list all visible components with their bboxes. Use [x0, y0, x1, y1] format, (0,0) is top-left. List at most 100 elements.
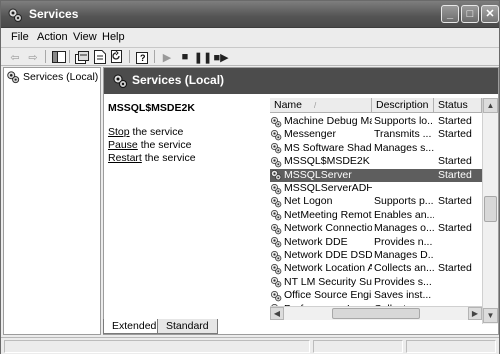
service-name-cell: Net Logon: [270, 195, 372, 208]
table-row[interactable]: MS Software Shado...Manages s...: [270, 142, 482, 155]
tab-standard[interactable]: Standard: [157, 319, 218, 334]
table-row[interactable]: Network DDE Provides n...: [270, 236, 482, 249]
stop-service-icon[interactable]: ■: [177, 49, 193, 65]
service-name: MSSQLServerADHel...: [284, 182, 372, 194]
menu-view[interactable]: View: [73, 31, 97, 43]
forward-arrow-icon[interactable]: ⇨: [25, 49, 41, 65]
service-status-cell: Started: [438, 168, 472, 181]
menu-file[interactable]: File: [11, 31, 29, 43]
table-row[interactable]: Network Location A...Collects an... Start…: [270, 262, 482, 275]
service-status-cell: Started: [438, 222, 472, 235]
pause-service-icon[interactable]: ❚❚: [194, 49, 212, 65]
services-icon: [113, 74, 127, 88]
restart-link[interactable]: Restart: [108, 152, 142, 164]
restart-service-icon[interactable]: ■▶: [213, 49, 229, 65]
service-name-cell: MSSQLServerADHel...: [270, 182, 372, 195]
table-row[interactable]: Network ConnectionsManages o... Started: [270, 222, 482, 235]
service-description-panel: MSSQL$MSDE2K Stop the service Pause the …: [108, 102, 266, 164]
table-row[interactable]: MSSQLServer Started: [270, 168, 482, 182]
service-name-cell: MSSQLServer: [270, 169, 372, 182]
close-button[interactable]: ✕: [481, 5, 499, 23]
service-description-cell: Manages D...: [374, 249, 434, 261]
column-header-name[interactable]: Name /: [270, 98, 372, 113]
vertical-scroll-thumb[interactable]: [484, 196, 497, 222]
tree-item-services-local[interactable]: Services (Local): [6, 70, 98, 84]
toolbar-separator: [45, 50, 46, 63]
service-name: MSSQL$MSDE2K: [284, 155, 370, 168]
export-list-icon[interactable]: [92, 49, 108, 65]
service-description-cell: Manages s...: [374, 141, 434, 154]
start-service-icon[interactable]: ▶: [159, 49, 175, 65]
banner-title: Services (Local): [132, 73, 225, 87]
service-gear-icon: [270, 196, 282, 208]
table-row[interactable]: Net Logon Supports p... Started: [270, 195, 482, 208]
view-tabs: Extended Standard: [103, 319, 499, 335]
service-description-cell: Provides s...: [374, 275, 432, 288]
toolbar-separator: [129, 50, 130, 63]
service-description-cell: Saves inst...: [374, 289, 432, 302]
service-name-cell: Network DDE DSDM: [270, 249, 372, 262]
table-row[interactable]: MSSQL$MSDE2K Started: [270, 155, 482, 168]
maximize-button[interactable]: □: [461, 5, 479, 23]
horizontal-scrollbar[interactable]: ◀ ▶: [270, 306, 482, 320]
service-status-cell: Started: [438, 262, 472, 275]
table-row[interactable]: MSSQLServerADHel...: [270, 182, 482, 195]
table-row[interactable]: Messenger Transmits ... Started: [270, 128, 482, 141]
refresh-icon[interactable]: [110, 49, 126, 65]
service-name: Network Location A...: [284, 262, 372, 275]
service-name-cell: MSSQL$MSDE2K: [270, 155, 372, 168]
services-icon: [7, 71, 20, 84]
table-row[interactable]: Machine Debug Man...Supports lo... Starte…: [270, 115, 482, 128]
scroll-up-button[interactable]: ▲: [483, 98, 498, 113]
pause-link[interactable]: Pause: [108, 139, 138, 151]
column-header-description[interactable]: Description: [372, 98, 434, 113]
services-list: Name / Description Status Machine Debug M…: [270, 98, 498, 324]
service-name: Network DDE DSDM: [284, 249, 372, 261]
window-title: Services: [29, 7, 79, 21]
console-tree: Services (Local): [3, 67, 101, 335]
help-icon[interactable]: ?: [135, 49, 151, 65]
service-description-cell: Supports p...: [374, 195, 434, 208]
service-gear-icon: [270, 183, 282, 195]
stop-link[interactable]: Stop: [108, 126, 130, 138]
table-row[interactable]: Network DDE DSDM Manages D...: [270, 249, 482, 262]
service-description-cell: Supports lo...: [374, 115, 434, 127]
status-panel: [4, 340, 310, 353]
service-name-cell: Messenger: [270, 128, 372, 141]
service-status-cell: Started: [438, 115, 472, 127]
service-gear-icon: [270, 236, 282, 248]
service-gear-icon: [270, 276, 282, 288]
toolbar-separator: [154, 50, 155, 63]
show-hide-tree-icon[interactable]: [51, 49, 67, 65]
menu-help[interactable]: Help: [102, 31, 125, 43]
status-bar: [1, 337, 499, 354]
toolbar: ⇦ ⇨ ? ▶ ■ ❚❚ ■▶: [1, 48, 499, 66]
menu-action[interactable]: Action: [37, 31, 68, 43]
toolbar-separator: [69, 50, 70, 63]
column-header-status[interactable]: Status: [434, 98, 482, 113]
service-name: Machine Debug Man...: [284, 115, 372, 127]
back-arrow-icon[interactable]: ⇦: [7, 49, 23, 65]
properties-icon[interactable]: [74, 49, 90, 65]
title-bar[interactable]: Services _ □ ✕: [1, 1, 499, 28]
status-panel: [406, 340, 496, 353]
tree-item-label: Services (Local): [23, 71, 99, 83]
table-row[interactable]: NetMeeting Remote...Enables an...: [270, 209, 482, 222]
vertical-scrollbar[interactable]: ▲ ▼: [482, 98, 498, 324]
service-name: Network Connections: [284, 222, 372, 235]
service-status-cell: Started: [438, 155, 472, 168]
table-row[interactable]: NT LM Security Sup...Provides s...: [270, 276, 482, 289]
service-name-cell: NetMeeting Remote...: [270, 209, 372, 222]
table-row[interactable]: Office Source EngineSaves inst...: [270, 289, 482, 302]
pane-banner: Services (Local): [104, 68, 498, 94]
service-description-cell: Provides n...: [374, 235, 433, 248]
selected-service-name: MSSQL$MSDE2K: [108, 102, 195, 114]
service-name-cell: Network Location A...: [270, 262, 372, 275]
service-name: Messenger: [284, 128, 336, 141]
action-line-stop: Stop the service: [108, 126, 184, 138]
service-name-cell: Machine Debug Man...: [270, 115, 372, 128]
service-name: NetMeeting Remote...: [284, 208, 372, 221]
minimize-button[interactable]: _: [441, 5, 459, 23]
horizontal-scroll-thumb[interactable]: [332, 308, 420, 319]
service-gear-icon: [270, 142, 282, 154]
